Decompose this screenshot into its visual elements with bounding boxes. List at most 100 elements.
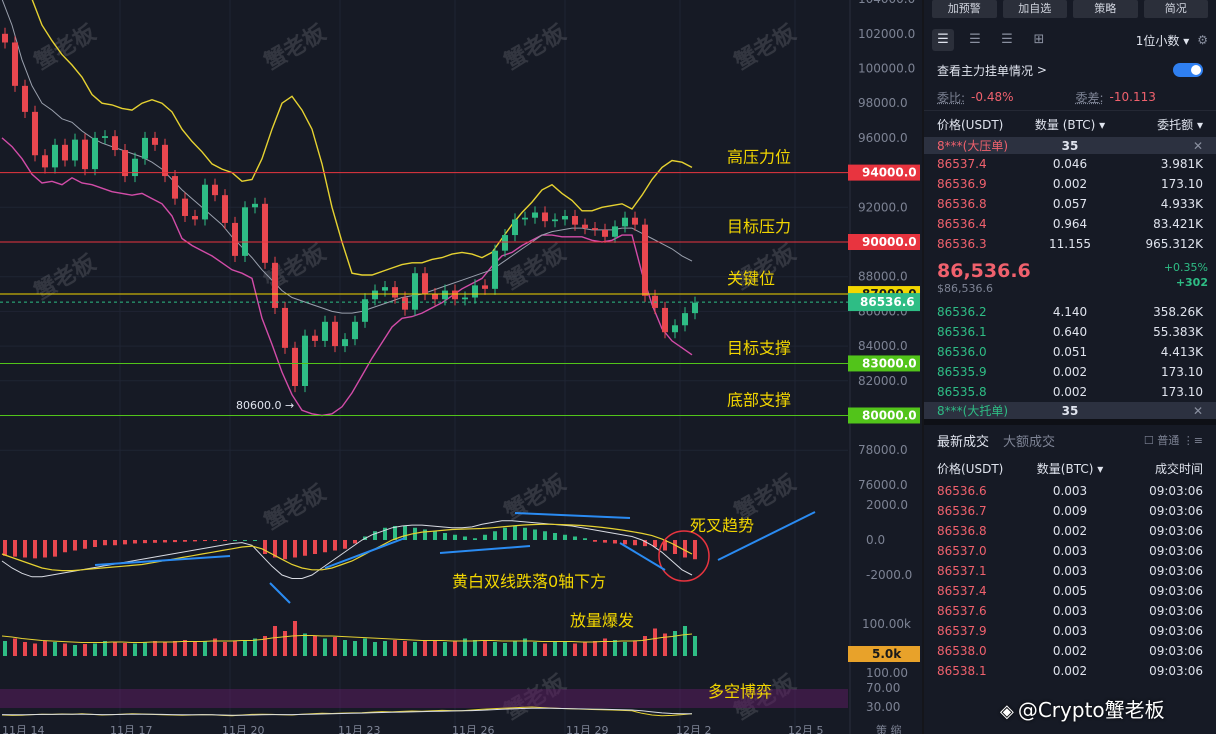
volume-bar (453, 641, 457, 656)
orderbook-asks-icon[interactable]: ☰ (996, 29, 1018, 51)
x-tick: 12月 5 (788, 724, 824, 734)
depth-icon[interactable]: ⊞ (1028, 29, 1050, 51)
volume-bar (443, 642, 447, 656)
volume-bar (203, 641, 207, 656)
col-amount[interactable]: 委托额 ▾ (1114, 116, 1203, 133)
candle-body (582, 224, 588, 229)
candle-body (642, 224, 648, 296)
chart-canvas: 蟹老板蟹老板蟹老板蟹老板蟹老板蟹老板蟹老板蟹老板蟹老板蟹老板蟹老板蟹老板蟹老板1… (0, 0, 920, 734)
candle-body (282, 307, 288, 348)
macd-bar (353, 540, 357, 544)
bid-row[interactable]: 86536.0 0.051 4.413K (924, 342, 1216, 362)
ask-row[interactable]: 86537.4 0.046 3.981K (924, 154, 1216, 174)
volume-bar (493, 642, 497, 656)
volume-bar (223, 642, 227, 656)
strategy-button[interactable]: 策略 (1073, 0, 1138, 18)
trade-col-qty[interactable]: 数量(BTC) ▾ (1026, 460, 1115, 477)
overview-button[interactable]: 简况 (1143, 0, 1208, 18)
orderbook-both-icon[interactable]: ☰ (932, 29, 954, 51)
main-orders-toggle[interactable] (1173, 63, 1203, 77)
bid-price: 86536.2 (937, 305, 987, 319)
big-ask-row[interactable]: 8***(大压单) 35 ✕ (924, 137, 1216, 154)
gear-icon[interactable]: ⚙ (1197, 33, 1208, 47)
col-qty[interactable]: 数量 (BTC) ▾ (1026, 116, 1115, 133)
macd-bar (513, 526, 517, 540)
bid-row[interactable]: 86536.1 0.640 55.383K (924, 322, 1216, 342)
volume-bar (503, 643, 507, 656)
volume-bar (633, 641, 637, 656)
candle-body (182, 198, 188, 216)
decimal-select[interactable]: 1位小数 ▾ (1136, 32, 1189, 49)
trade-row[interactable]: 86538.0 0.002 09:03:06 (924, 641, 1216, 661)
level-tag: 94000.0 (862, 166, 917, 180)
mid-band-line (1, 0, 693, 314)
candle-body (192, 215, 198, 220)
annotation-arrow (619, 542, 666, 571)
ask-row[interactable]: 86536.8 0.057 4.933K (924, 194, 1216, 214)
trade-row[interactable]: 86537.0 0.003 09:03:06 (924, 541, 1216, 561)
candle-body (162, 144, 168, 177)
macd-bar (633, 540, 637, 546)
volume-bar (313, 636, 317, 656)
trade-price: 86537.1 (937, 564, 987, 578)
volume-bar (323, 638, 327, 656)
volume-bar (333, 637, 337, 656)
volume-bar (433, 640, 437, 656)
kline-chart[interactable]: 蟹老板蟹老板蟹老板蟹老板蟹老板蟹老板蟹老板蟹老板蟹老板蟹老板蟹老板蟹老板蟹老板1… (0, 0, 922, 734)
volume-bar (63, 643, 67, 656)
annotation-arrow (94, 555, 231, 566)
trade-qty: 0.003 (1052, 624, 1088, 638)
level-note: 底部支撑 (727, 391, 791, 410)
trade-row[interactable]: 86537.6 0.003 09:03:06 (924, 601, 1216, 621)
candle-body (312, 335, 318, 341)
trade-row[interactable]: 86536.6 0.003 09:03:06 (924, 481, 1216, 501)
candle-body (322, 321, 328, 341)
change-pct: +0.35% (1163, 261, 1208, 274)
watchlist-button[interactable]: 加自选 (1002, 0, 1067, 18)
candle-body (62, 144, 68, 161)
volume-bar (123, 643, 127, 656)
macd-tick: 2000.0 (866, 498, 908, 512)
view-main-orders[interactable]: 查看主力挂单情况 > (924, 56, 1216, 84)
orderbook-bids-icon[interactable]: ☰ (964, 29, 986, 51)
close-icon[interactable]: ✕ (1114, 404, 1203, 418)
bid-row[interactable]: 86535.9 0.002 173.10 (924, 362, 1216, 382)
big-bid-qty: 35 (1061, 403, 1079, 418)
macd-bar (373, 531, 377, 540)
trade-col-time: 成交时间 (1155, 461, 1204, 476)
close-icon[interactable]: ✕ (1114, 139, 1203, 153)
ask-row[interactable]: 86536.4 0.964 83.421K (924, 214, 1216, 234)
macd-bar (73, 540, 77, 551)
level-tag: 83000.0 (862, 356, 917, 370)
trade-row[interactable]: 86536.8 0.002 09:03:06 (924, 521, 1216, 541)
trade-row[interactable]: 86536.7 0.009 09:03:06 (924, 501, 1216, 521)
ask-row[interactable]: 86536.9 0.002 173.10 (924, 174, 1216, 194)
candle-body (272, 262, 278, 308)
big-bid-row[interactable]: 8***(大托单) 35 ✕ (924, 402, 1216, 419)
volume-bar (133, 643, 137, 656)
tab-latest-trades[interactable]: 最新成交 (937, 431, 989, 450)
volume-bar (573, 643, 577, 656)
macd-bar (43, 540, 47, 558)
trade-row[interactable]: 86537.9 0.003 09:03:06 (924, 621, 1216, 641)
watermark-text: 蟹老板 (500, 239, 571, 295)
trade-row[interactable]: 86537.4 0.005 09:03:06 (924, 581, 1216, 601)
bid-row[interactable]: 86536.2 4.140 358.26K (924, 302, 1216, 322)
macd-bar (53, 540, 57, 557)
candle-body (172, 176, 178, 199)
candle-body (402, 297, 408, 310)
bid-value: 173.10 (1161, 365, 1204, 379)
trade-price: 86536.6 (937, 484, 987, 498)
level-note: 关键位 (727, 269, 775, 288)
bid-row[interactable]: 86535.8 0.002 173.10 (924, 382, 1216, 402)
alert-button[interactable]: 加预警 (932, 0, 997, 18)
annotation-volume-burst: 放量爆发 (570, 611, 634, 630)
trade-row[interactable]: 86538.1 0.002 09:03:06 (924, 661, 1216, 681)
ask-row[interactable]: 86536.3 11.155 965.312K (924, 234, 1216, 254)
candle-body (662, 307, 668, 333)
tab-large-trades[interactable]: 大额成交 (1003, 431, 1055, 450)
trade-row[interactable]: 86537.1 0.003 09:03:06 (924, 561, 1216, 581)
volume-bar (293, 621, 297, 656)
candle-body (412, 273, 418, 310)
normal-checkbox[interactable]: ☐ 普通 ⋮≡ (1144, 432, 1203, 448)
